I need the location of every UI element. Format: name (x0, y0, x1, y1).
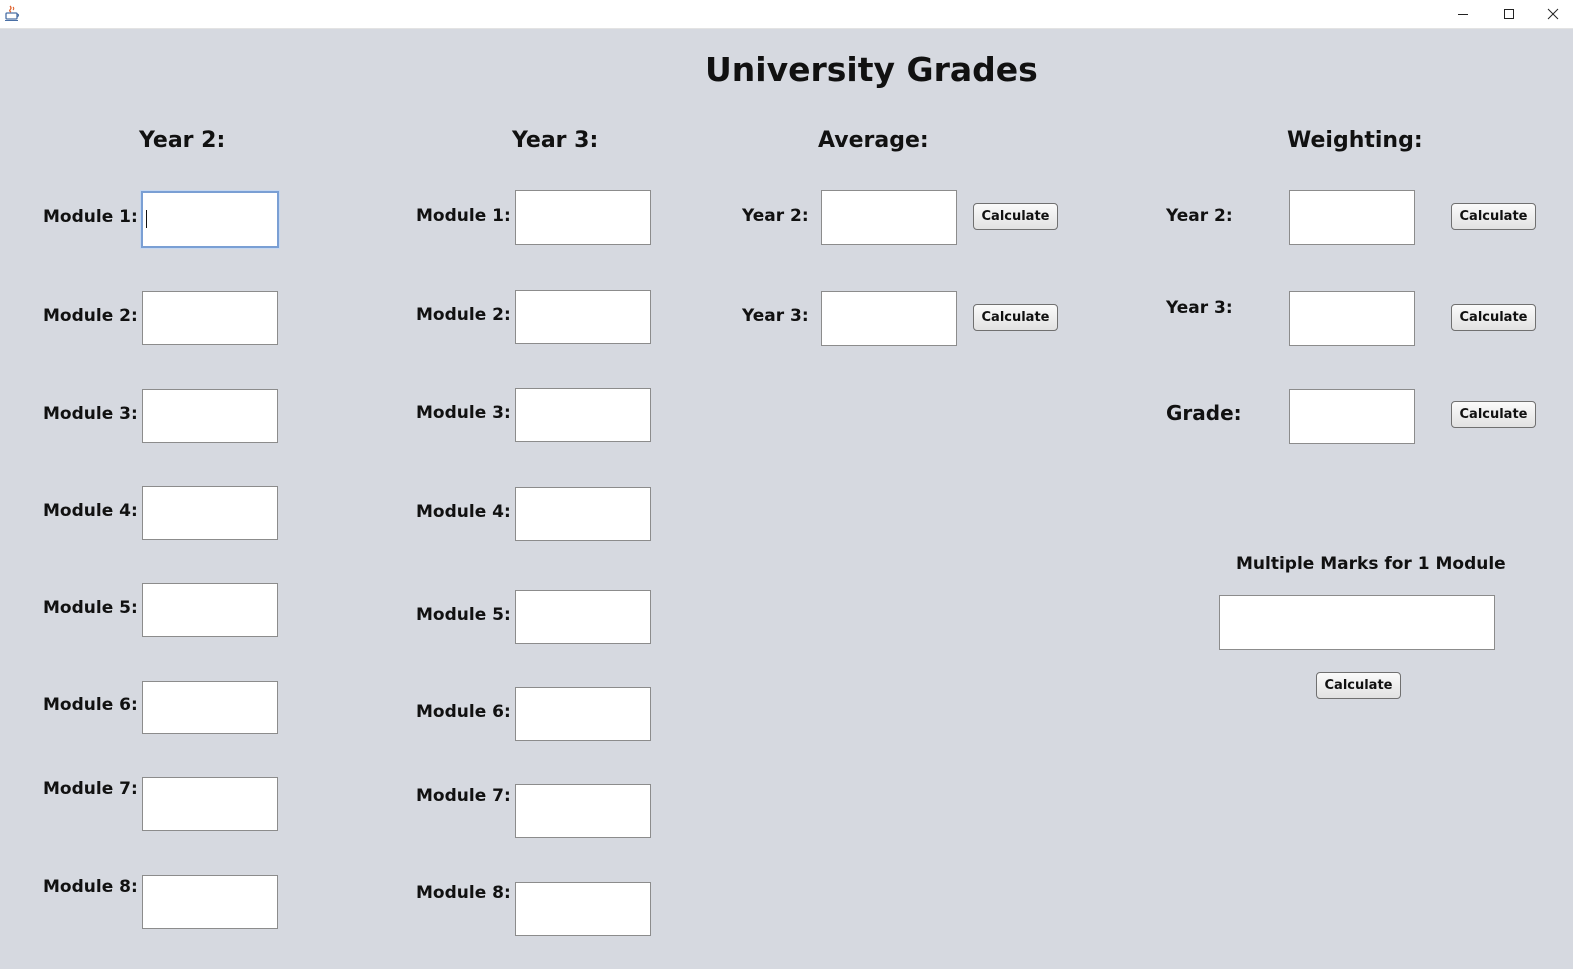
year3-module-7-label: Module 7: (416, 786, 511, 806)
year3-module-7-input[interactable] (515, 784, 651, 838)
java-app-icon (4, 4, 20, 22)
year3-module-8-input[interactable] (515, 882, 651, 936)
year3-module-1-label: Module 1: (416, 206, 511, 226)
average-year2-calculate-button[interactable]: Calculate (973, 203, 1058, 230)
year2-module-2-label: Module 2: (43, 306, 138, 326)
weighting-year3-output[interactable] (1289, 291, 1415, 346)
year3-module-3-input[interactable] (515, 388, 651, 442)
year2-module-6-label: Module 6: (43, 695, 138, 715)
year2-module-6-input[interactable] (142, 681, 278, 734)
year2-module-7-label: Module 7: (43, 779, 138, 799)
close-icon (1547, 8, 1559, 20)
average-year3-calculate-button[interactable]: Calculate (973, 304, 1058, 331)
average-heading: Average: (818, 128, 929, 153)
text-caret (146, 210, 147, 228)
year2-module-3-label: Module 3: (43, 404, 138, 424)
year2-module-4-input[interactable] (142, 486, 278, 540)
weighting-year2-calculate-button[interactable]: Calculate (1451, 203, 1536, 230)
average-year3-output[interactable] (821, 291, 957, 346)
year2-module-8-label: Module 8: (43, 877, 138, 897)
weighting-year3-label: Year 3: (1166, 298, 1233, 318)
year3-module-5-input[interactable] (515, 590, 651, 644)
maximize-icon (1504, 9, 1514, 19)
page-title: University Grades (705, 50, 1038, 89)
weighting-year2-output[interactable] (1289, 190, 1415, 245)
average-year2-label: Year 2: (742, 206, 809, 226)
multiple-marks-input[interactable] (1219, 595, 1495, 650)
close-button[interactable] (1530, 0, 1573, 28)
year3-module-3-label: Module 3: (416, 403, 511, 423)
grade-label: Grade: (1166, 401, 1242, 425)
year2-module-3-input[interactable] (142, 389, 278, 443)
window-titlebar (0, 0, 1573, 29)
maximize-button[interactable] (1486, 0, 1532, 28)
year3-heading: Year 3: (512, 128, 599, 153)
year3-module-4-label: Module 4: (416, 502, 511, 522)
minimize-button[interactable] (1440, 0, 1486, 28)
grade-calculate-button[interactable]: Calculate (1451, 401, 1536, 428)
weighting-year2-label: Year 2: (1166, 206, 1233, 226)
weighting-year3-calculate-button[interactable]: Calculate (1451, 304, 1536, 331)
year2-module-4-label: Module 4: (43, 501, 138, 521)
year3-module-2-input[interactable] (515, 290, 651, 344)
year2-module-1-input[interactable] (141, 191, 279, 248)
year2-module-5-label: Module 5: (43, 598, 138, 618)
year2-module-7-input[interactable] (142, 777, 278, 831)
year3-module-6-input[interactable] (515, 687, 651, 741)
multiple-marks-calculate-button[interactable]: Calculate (1316, 672, 1401, 699)
average-year3-label: Year 3: (742, 306, 809, 326)
year2-module-1-label: Module 1: (43, 207, 138, 227)
year2-heading: Year 2: (139, 128, 226, 153)
year3-module-2-label: Module 2: (416, 305, 511, 325)
year3-module-4-input[interactable] (515, 487, 651, 541)
multiple-marks-heading: Multiple Marks for 1 Module (1236, 554, 1506, 574)
year2-module-5-input[interactable] (142, 583, 278, 637)
average-year2-output[interactable] (821, 190, 957, 245)
grade-output[interactable] (1289, 389, 1415, 444)
weighting-heading: Weighting: (1287, 128, 1423, 153)
year2-module-8-input[interactable] (142, 875, 278, 929)
year3-module-6-label: Module 6: (416, 702, 511, 722)
minimize-icon (1458, 14, 1468, 15)
year3-module-1-input[interactable] (515, 190, 651, 245)
year3-module-8-label: Module 8: (416, 883, 511, 903)
year2-module-2-input[interactable] (142, 291, 278, 345)
year3-module-5-label: Module 5: (416, 605, 511, 625)
